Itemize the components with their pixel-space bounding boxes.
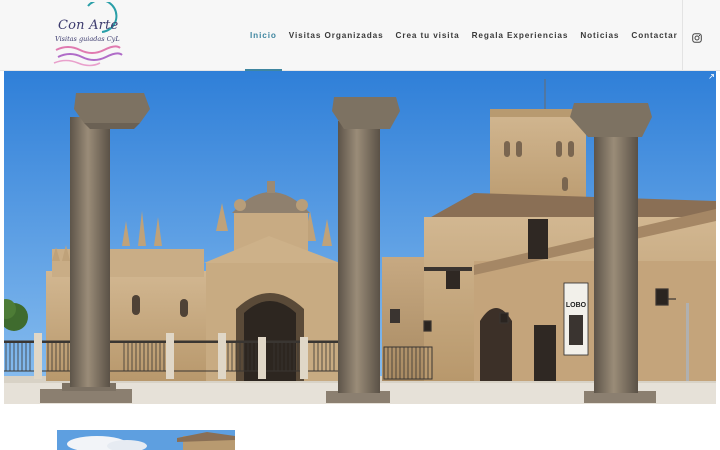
logo-title: Con Arte bbox=[58, 18, 119, 33]
nav-noticias[interactable]: Noticias bbox=[574, 0, 625, 70]
hero-image: LOBO bbox=[4, 71, 716, 404]
site-header: Con Arte Visitas guiadas CyL Inicio Visi… bbox=[0, 0, 720, 71]
logo-subtitle: Visitas guiadas CyL bbox=[55, 35, 120, 43]
content-thumbnail[interactable] bbox=[57, 430, 235, 450]
instagram-icon[interactable] bbox=[692, 30, 702, 43]
nav-inicio[interactable]: Inicio bbox=[244, 0, 283, 71]
banner-text: LOBO bbox=[566, 302, 587, 309]
nav-visitas-organizadas[interactable]: Visitas Organizadas bbox=[283, 0, 390, 70]
nav-crea-tu-visita[interactable]: Crea tu visita bbox=[390, 0, 466, 70]
nav-contactar[interactable]: Contactar bbox=[625, 0, 683, 70]
corner-arrow-icon bbox=[709, 74, 714, 79]
cathedral-photo: LOBO bbox=[4, 71, 716, 404]
main-nav: Inicio Visitas Organizadas Crea tu visit… bbox=[244, 0, 684, 71]
site-logo[interactable]: Con Arte Visitas guiadas CyL bbox=[48, 0, 128, 70]
nav-divider bbox=[682, 0, 683, 70]
nav-regala-experiencias[interactable]: Regala Experiencias bbox=[466, 0, 575, 70]
